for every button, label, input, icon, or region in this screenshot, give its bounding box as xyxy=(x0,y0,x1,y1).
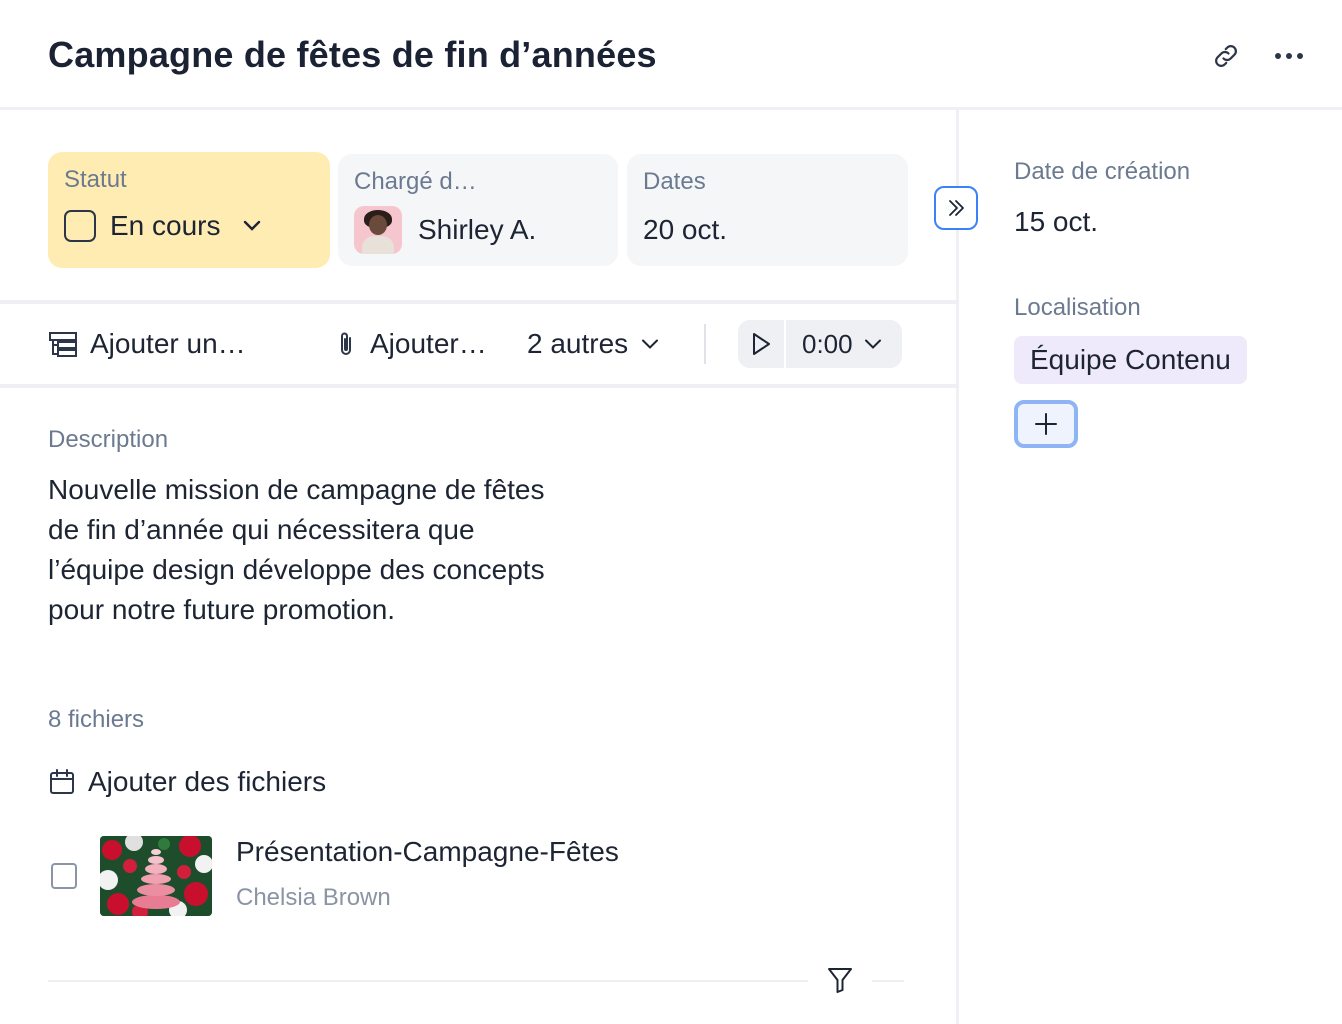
status-value[interactable]: En cours xyxy=(64,210,261,242)
add-location-button[interactable] xyxy=(1014,400,1078,448)
chevron-down-icon xyxy=(864,339,881,349)
add-files-button[interactable]: Ajouter des fichiers xyxy=(48,762,326,802)
created-date-value: 15 oct. xyxy=(1014,206,1099,237)
avatar xyxy=(354,206,402,254)
paperclip-icon xyxy=(341,332,351,355)
task-title: Campagne de fêtes de fin d’années xyxy=(48,34,657,75)
add-attachment-label: Ajouter… xyxy=(370,328,487,359)
location-chip[interactable]: Équipe Contenu xyxy=(1014,336,1247,384)
files-count: 8 fichiers xyxy=(48,706,145,733)
timer-value[interactable]: 0:00 xyxy=(802,329,881,360)
add-attachment-button[interactable]: Ajouter… xyxy=(334,322,487,366)
location-label: Localisation xyxy=(1014,294,1141,321)
subtask-icon xyxy=(49,332,77,357)
toolbar-separator xyxy=(704,324,706,364)
divider xyxy=(0,384,956,388)
time-tracker: 0:00 xyxy=(738,320,902,368)
status-checkbox[interactable] xyxy=(64,210,96,242)
divider xyxy=(872,980,904,982)
divider xyxy=(0,300,956,304)
file-name[interactable]: Présentation-Campagne-Fêtes xyxy=(236,836,619,868)
dates-label: Dates xyxy=(643,168,706,195)
chevron-down-icon xyxy=(243,220,260,231)
description-label: Description xyxy=(48,426,169,453)
dates-value: 20 oct. xyxy=(643,214,728,245)
panel-divider xyxy=(956,110,959,1024)
double-chevron-right-icon xyxy=(949,200,964,216)
status-label: Statut xyxy=(64,166,127,193)
add-subtask-label: Ajouter un… xyxy=(90,328,246,359)
add-files-label: Ajouter des fichiers xyxy=(88,766,327,797)
dates-field[interactable]: Dates 20 oct. xyxy=(627,154,908,266)
play-icon xyxy=(753,333,770,355)
status-field[interactable]: Statut En cours xyxy=(48,152,330,268)
filter-icon[interactable] xyxy=(822,962,858,998)
divider xyxy=(48,980,808,982)
task-header: Campagne de fêtes de fin d’années xyxy=(0,0,1342,110)
expand-fields-button[interactable] xyxy=(934,186,978,230)
description-text[interactable]: Nouvelle mission de campagne de fêtes de… xyxy=(48,470,568,630)
assignee-field[interactable]: Chargé d… Shirley A. xyxy=(338,154,618,266)
play-button[interactable] xyxy=(738,320,786,368)
assignee-value[interactable]: Shirley A. xyxy=(354,206,536,254)
more-horizontal-icon[interactable] xyxy=(1271,38,1307,74)
status-text: En cours xyxy=(110,210,221,241)
file-owner: Chelsia Brown xyxy=(236,884,391,911)
assignee-name: Shirley A. xyxy=(418,214,537,245)
plus-icon xyxy=(1035,413,1057,435)
add-subtask-button[interactable]: Ajouter un… xyxy=(48,322,246,366)
file-checkbox[interactable] xyxy=(51,863,77,889)
link-icon[interactable] xyxy=(1208,38,1244,74)
created-date-label: Date de création xyxy=(1014,158,1191,185)
more-options-label: 2 autres xyxy=(527,328,629,359)
chevron-down-icon xyxy=(642,339,659,349)
file-thumbnail[interactable] xyxy=(100,836,212,916)
assignee-label: Chargé d… xyxy=(354,168,477,195)
calendar-icon xyxy=(50,769,74,794)
timer-text: 0:00 xyxy=(802,328,853,359)
more-options-dropdown[interactable]: 2 autres xyxy=(527,322,670,366)
